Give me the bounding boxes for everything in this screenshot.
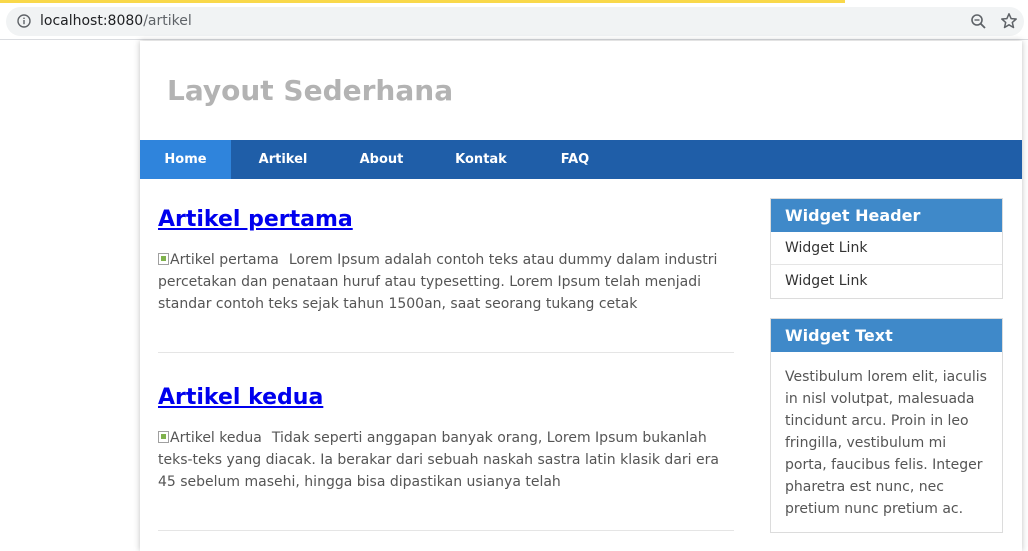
info-icon[interactable] xyxy=(17,14,31,28)
browser-toolbar: localhost:8080/artikel xyxy=(0,3,1028,40)
article-divider xyxy=(158,352,734,353)
article-title-link[interactable]: Artikel kedua xyxy=(158,385,734,410)
nav-item-about[interactable]: About xyxy=(335,140,428,179)
main-navigation: Home Artikel About Kontak FAQ xyxy=(140,140,1022,179)
nav-item-artikel[interactable]: Artikel xyxy=(231,140,335,179)
widget-text-header: Widget Text xyxy=(771,319,1002,352)
star-icon[interactable] xyxy=(1000,12,1018,30)
article-image-alt: Artikel kedua xyxy=(170,430,262,446)
url-path: /artikel xyxy=(143,13,192,29)
zoom-icon[interactable] xyxy=(970,13,987,30)
widget-link[interactable]: Widget Link xyxy=(771,232,1002,265)
url-text[interactable]: localhost:8080/artikel xyxy=(40,13,192,29)
nav-item-faq[interactable]: FAQ xyxy=(534,140,616,179)
article-image: Artikel pertama xyxy=(158,252,279,268)
widget-header: Widget Header xyxy=(771,199,1002,232)
broken-image-icon xyxy=(158,253,169,265)
address-bar[interactable]: localhost:8080/artikel xyxy=(6,7,1024,36)
article-excerpt: Artikel pertama Lorem Ipsum adalah contoh… xyxy=(158,249,734,315)
article-card: Artikel pertama Artikel pertama Lorem Ips… xyxy=(158,207,734,312)
widget-text-body: Vestibulum lorem elit, iaculis in nisl v… xyxy=(785,369,987,517)
nav-item-home[interactable]: Home xyxy=(140,140,231,179)
broken-image-icon xyxy=(158,431,169,443)
nav-item-kontak[interactable]: Kontak xyxy=(428,140,534,179)
article-card: Artikel kedua Artikel kedua Tidak seperti… xyxy=(158,385,734,490)
article-title-link[interactable]: Artikel pertama xyxy=(158,207,734,232)
widget-links: Widget Header Widget Link Widget Link xyxy=(770,198,1003,299)
article-image: Artikel kedua xyxy=(158,430,262,446)
article-excerpt: Artikel kedua Tidak seperti anggapan bany… xyxy=(158,427,734,493)
article-divider xyxy=(158,530,734,531)
widget-text: Widget Text Vestibulum lorem elit, iacul… xyxy=(770,318,1003,533)
article-image-alt: Artikel pertama xyxy=(170,252,279,268)
site-title: Layout Sederhana xyxy=(167,74,454,107)
url-host: localhost:8080 xyxy=(40,13,144,29)
widget-link[interactable]: Widget Link xyxy=(771,265,1002,298)
page-container: Layout Sederhana Home Artikel About Kont… xyxy=(140,41,1022,551)
